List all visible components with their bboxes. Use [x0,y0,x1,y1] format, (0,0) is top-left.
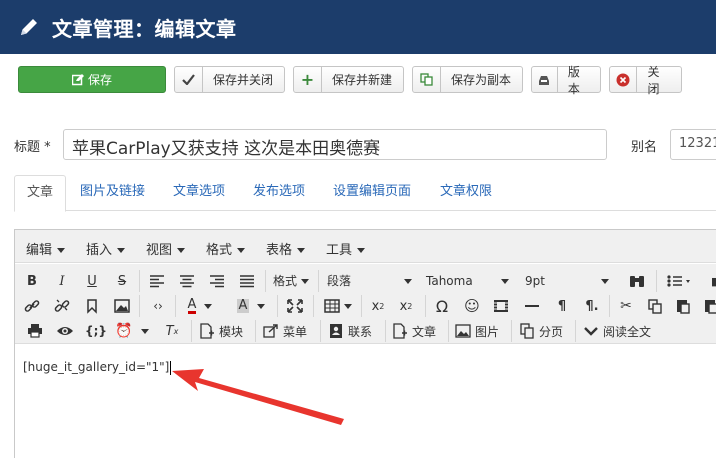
media-icon[interactable] [491,295,511,317]
cut-icon[interactable]: ✂ [615,295,637,317]
page-header: 文章管理：编辑文章 [0,0,716,54]
menu-format[interactable]: 格式 [206,239,245,258]
tab-permissions[interactable]: 文章权限 [440,175,492,211]
link-icon[interactable] [22,295,42,317]
contact-button[interactable]: 联系 [328,320,378,342]
menu-link-button[interactable]: 菜单 [263,320,311,342]
font-size-dropdown[interactable]: 9pt [525,270,609,292]
plus-icon: + [294,67,322,92]
copy-icon[interactable] [645,295,665,317]
more-icon[interactable]: ▮ [709,270,716,292]
picture-icon [455,324,471,338]
menu-edit[interactable]: 编辑 [26,239,65,258]
editor-menubar: 编辑 插入 视图 格式 表格 工具 [15,230,716,263]
archive-icon [532,67,558,92]
format-dropdown[interactable]: 格式 [273,270,310,292]
image-icon[interactable] [112,295,132,317]
block-format-dropdown[interactable]: 段落 [327,270,412,292]
editor-toolbar: B I U S 格式 段落 Tahoma 9pt ▮ ‹› A A x 2 x … [15,264,716,344]
editor-text: [huge_it_gallery_id="1"] [23,360,170,374]
align-right-icon[interactable] [207,270,227,292]
rich-text-editor: 编辑 插入 视图 格式 表格 工具 B I U S 格式 段落 Tahoma 9… [14,229,716,458]
tab-article-options[interactable]: 文章选项 [173,175,225,211]
close-circle-icon [610,67,638,92]
check-icon [175,67,203,92]
title-input[interactable]: 苹果CarPlay又获支持 这次是本田奥德赛 [63,129,607,160]
align-left-icon[interactable] [147,270,167,292]
menu-insert[interactable]: 插入 [86,239,125,258]
fullscreen-icon[interactable] [285,295,305,317]
chevron-down-icon [584,327,598,336]
menu-view[interactable]: 视图 [146,239,185,258]
tab-article[interactable]: 文章 [14,175,66,212]
save-button[interactable]: 保存 [18,66,166,93]
strikethrough-icon[interactable]: S [112,270,132,292]
italic-icon[interactable]: I [52,270,72,292]
address-book-icon [330,324,342,338]
horizontal-rule-icon[interactable] [521,295,543,317]
preview-eye-icon[interactable] [55,320,75,342]
subscript-icon[interactable]: x2 [367,295,389,317]
align-center-icon[interactable] [177,270,197,292]
binoculars-icon[interactable] [627,270,647,292]
file-add-icon [393,323,407,339]
bold-icon[interactable]: B [22,270,42,292]
text-color-icon[interactable]: A [183,295,217,317]
menu-tools[interactable]: 工具 [326,239,365,258]
tab-edit-screen[interactable]: 设置编辑页面 [333,175,411,211]
code-icon[interactable]: ‹› [147,295,169,317]
article-link-button[interactable]: 文章 [392,320,442,342]
edit-icon [71,67,84,92]
paste-text-icon[interactable] [701,295,716,317]
page-title: 文章管理：编辑文章 [52,16,237,41]
special-character-icon[interactable]: Ω [431,295,453,317]
underline-icon[interactable]: U [82,270,102,292]
show-blocks-icon[interactable]: ¶. [581,295,603,317]
page: 文章管理：编辑文章 保存 保存并关闭 + 保存并新建 保存为副本 版本 关闭 标… [0,0,716,458]
pencil-icon [21,19,37,35]
background-color-icon[interactable]: A [233,295,269,317]
save-close-button[interactable]: 保存并关闭 [174,66,285,93]
clear-formatting-icon[interactable]: Tx [161,320,183,342]
action-toolbar: 保存 保存并关闭 + 保存并新建 保存为副本 版本 关闭 [18,65,682,96]
pages-icon [520,323,534,339]
template-icon[interactable]: {;} [83,320,109,342]
share-icon [263,324,278,338]
visual-blocks-icon[interactable]: ¶ [551,295,573,317]
title-label: 标题 * [14,140,51,155]
bullet-list-icon[interactable] [665,270,695,292]
tab-publishing[interactable]: 发布选项 [253,175,305,211]
readmore-button[interactable]: 阅读全文 [583,320,661,342]
alias-input[interactable]: 12321 [670,129,716,160]
tab-images-links[interactable]: 图片及链接 [80,175,145,211]
table-icon[interactable] [321,295,355,317]
paste-icon[interactable] [673,295,693,317]
tab-bar: 文章 图片及链接 文章选项 发布选项 设置编辑页面 文章权限 [14,175,716,212]
editor-content[interactable]: [huge_it_gallery_id="1"] [23,360,172,375]
image-insert-button[interactable]: 图片 [455,320,505,342]
pagebreak-button[interactable]: 分页 [519,320,569,342]
copy-icon [413,67,441,92]
align-justify-icon[interactable] [237,270,257,292]
save-copy-button[interactable]: 保存为副本 [412,66,523,93]
bookmark-icon[interactable] [82,295,102,317]
font-family-dropdown[interactable]: Tahoma [426,270,509,292]
versions-button[interactable]: 版本 [531,65,601,96]
superscript-icon[interactable]: x2 [395,295,417,317]
close-button[interactable]: 关闭 [609,65,682,96]
emoticons-icon[interactable]: ☺ [461,295,483,317]
alias-label: 别名 [631,140,658,155]
text-cursor [170,360,172,375]
module-button[interactable]: 模块 [199,320,247,342]
insert-datetime-icon[interactable]: ⏰ [115,320,149,342]
save-new-button[interactable]: + 保存并新建 [293,66,404,93]
unlink-icon[interactable] [52,295,72,317]
print-icon[interactable] [25,320,45,342]
menu-table[interactable]: 表格 [266,239,305,258]
file-add-icon [200,323,214,339]
